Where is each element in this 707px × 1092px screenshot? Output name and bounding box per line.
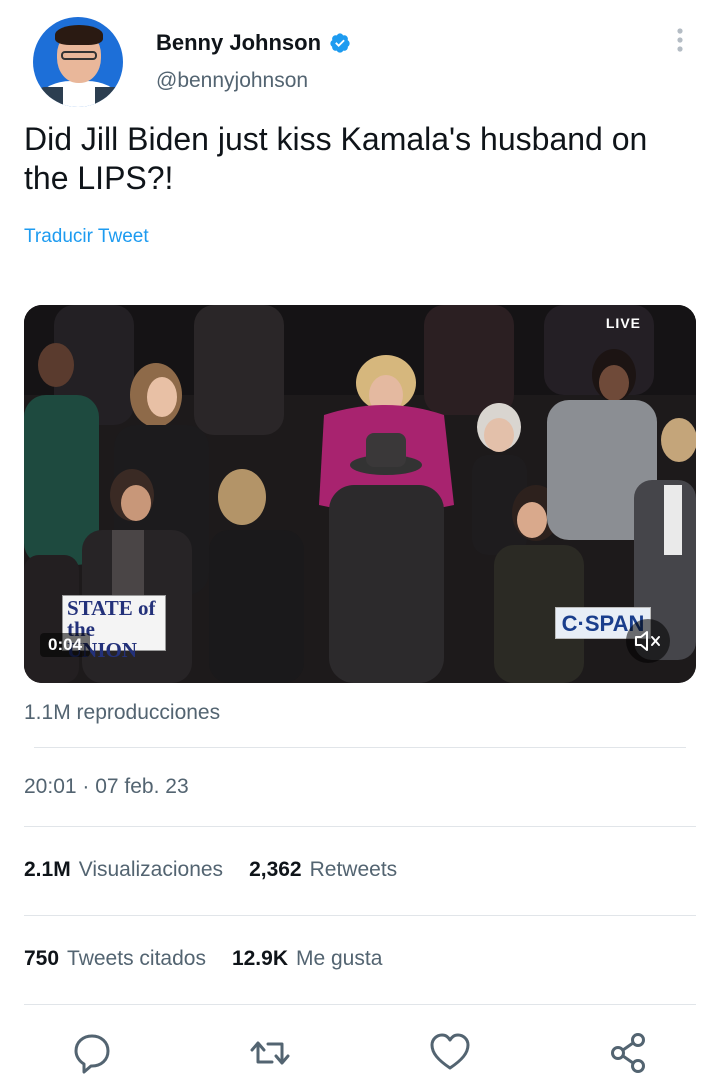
tweet-timestamp[interactable]: 20:01 · 07 feb. 23 <box>24 775 189 799</box>
quote-tweets-stat[interactable]: 750 Tweets citados <box>24 947 206 971</box>
divider <box>24 915 696 916</box>
video-timer: 0:04 <box>40 633 91 657</box>
likes-stat-value: 12.9K <box>231 947 288 970</box>
avatar-jacket-right <box>95 87 121 107</box>
quote-tweets-stat-label: Tweets citados <box>67 947 206 970</box>
like-icon[interactable] <box>428 1030 472 1076</box>
retweet-icon[interactable] <box>248 1030 292 1076</box>
translate-tweet-link[interactable]: Traducir Tweet <box>24 226 149 248</box>
divider <box>24 826 696 827</box>
views-stat[interactable]: 2.1M Visualizaciones <box>24 858 223 882</box>
video-player[interactable]: LIVE STATE of the UNION C·SPAN 0:04 <box>24 305 696 683</box>
avatar-glasses <box>61 51 97 60</box>
divider <box>34 747 686 748</box>
avatar-hair <box>55 25 103 45</box>
reply-icon[interactable] <box>70 1030 114 1076</box>
retweets-stat[interactable]: 2,362 Retweets <box>249 858 397 882</box>
more-options-icon[interactable] <box>670 26 690 56</box>
share-icon[interactable] <box>607 1030 651 1076</box>
mute-button[interactable] <box>626 619 670 663</box>
author-display-name[interactable]: Benny Johnson <box>156 30 321 56</box>
author-name-row[interactable]: Benny Johnson <box>156 30 351 56</box>
likes-stat-label: Me gusta <box>296 947 383 970</box>
stats-row-2: 750 Tweets citados 12.9K Me gusta <box>24 947 382 971</box>
avatar[interactable] <box>33 17 123 107</box>
verified-badge-icon <box>330 33 350 53</box>
quote-tweets-stat-value: 750 <box>24 947 60 970</box>
author-handle[interactable]: @bennyjohnson <box>156 69 308 93</box>
likes-stat[interactable]: 12.9K Me gusta <box>232 947 382 971</box>
retweets-stat-label: Retweets <box>309 858 398 881</box>
divider <box>24 1004 696 1005</box>
speaker-muted-icon <box>635 631 660 651</box>
stats-row-1: 2.1M Visualizaciones 2,362 Retweets <box>24 858 397 882</box>
live-label: LIVE <box>605 315 641 331</box>
views-stat-label: Visualizaciones <box>78 858 224 881</box>
tweet-text: Did Jill Biden just kiss Kamala's husban… <box>24 121 648 196</box>
views-stat-value: 2.1M <box>24 858 71 881</box>
avatar-jacket-left <box>37 87 63 107</box>
retweets-stat-value: 2,362 <box>249 858 302 881</box>
video-views-count: 1.1M reproducciones <box>24 701 221 724</box>
action-bar <box>0 1030 707 1080</box>
